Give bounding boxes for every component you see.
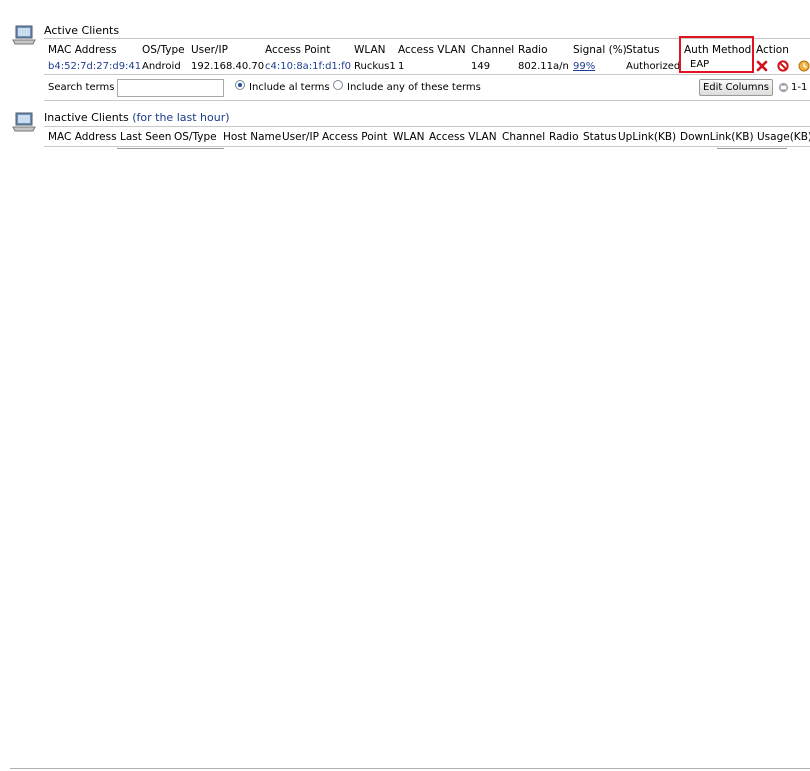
- col-radio[interactable]: Radio: [518, 44, 548, 56]
- divider: [44, 74, 810, 75]
- bottom-divider: [10, 768, 810, 769]
- edit-columns-edge: [717, 148, 787, 149]
- col-os-type[interactable]: OS/Type: [174, 131, 217, 143]
- client-ip: 192.168.40.70: [191, 61, 265, 72]
- col-status[interactable]: Status: [583, 131, 616, 143]
- laptop-icon: [12, 112, 36, 132]
- col-user-ip[interactable]: User/IP: [191, 44, 228, 56]
- client-vlan: 1: [398, 61, 405, 72]
- divider: [44, 126, 810, 127]
- col-signal[interactable]: Signal (%): [573, 44, 627, 56]
- col-user-ip[interactable]: User/IP: [282, 131, 319, 143]
- client-channel: 149: [471, 61, 491, 72]
- col-mac-address[interactable]: MAC Address: [48, 44, 117, 56]
- inactive-clients-title: Inactive Clients (for the last hour): [44, 111, 230, 124]
- client-wlan: Ruckus1: [354, 61, 396, 72]
- col-wlan[interactable]: WLAN: [393, 131, 425, 143]
- client-status: Authorized: [626, 61, 681, 72]
- col-channel[interactable]: Channel: [502, 131, 545, 143]
- client-os: Android: [142, 61, 181, 72]
- active-clients-title: Active Clients: [44, 24, 120, 37]
- col-radio[interactable]: Radio: [549, 131, 579, 143]
- include-any-label: Include any of these terms: [347, 82, 481, 93]
- search-input[interactable]: [117, 79, 224, 97]
- laptop-icon: [12, 25, 36, 45]
- col-wlan[interactable]: WLAN: [354, 44, 386, 56]
- pager-range: 1-1: [791, 82, 808, 93]
- client-ap[interactable]: c4:10:8a:1f:d1:f0: [265, 61, 351, 72]
- col-mac-address[interactable]: MAC Address: [48, 131, 117, 143]
- inactive-title-text: Inactive Clients: [44, 111, 129, 124]
- delete-icon[interactable]: [756, 60, 768, 72]
- divider: [44, 146, 810, 147]
- block-icon[interactable]: [777, 60, 789, 72]
- col-last-seen[interactable]: Last Seen: [120, 131, 171, 143]
- col-channel[interactable]: Channel: [471, 44, 514, 56]
- inactive-subtitle: (for the last hour): [132, 111, 230, 124]
- col-downlink[interactable]: DownLink(KB): [680, 131, 754, 143]
- search-input-edge: [117, 148, 224, 149]
- col-host-name[interactable]: Host Name: [223, 131, 281, 143]
- include-all-label: Include al terms: [249, 82, 330, 93]
- col-status[interactable]: Status: [626, 44, 659, 56]
- divider: [44, 100, 810, 101]
- edit-columns-button[interactable]: Edit Columns: [699, 79, 773, 96]
- col-action: Action: [756, 44, 789, 56]
- col-access-vlan[interactable]: Access VLAN: [429, 131, 497, 143]
- printer-icon[interactable]: [778, 82, 789, 93]
- search-terms-label: Search terms: [48, 82, 115, 93]
- col-access-point[interactable]: Access Point: [322, 131, 387, 143]
- col-uplink[interactable]: UpLink(KB): [618, 131, 676, 143]
- include-all-radio[interactable]: [235, 80, 245, 90]
- col-os-type[interactable]: OS/Type: [142, 44, 185, 56]
- client-radio: 802.11a/n: [518, 61, 569, 72]
- auth-method-highlight: [679, 36, 754, 73]
- refresh-icon[interactable]: [798, 60, 810, 72]
- client-signal[interactable]: 99%: [573, 61, 595, 72]
- col-access-vlan[interactable]: Access VLAN: [398, 44, 466, 56]
- col-usage[interactable]: Usage(KB): [757, 131, 810, 143]
- include-any-radio[interactable]: [333, 80, 343, 90]
- col-access-point[interactable]: Access Point: [265, 44, 330, 56]
- client-mac[interactable]: b4:52:7d:27:d9:41: [48, 61, 141, 72]
